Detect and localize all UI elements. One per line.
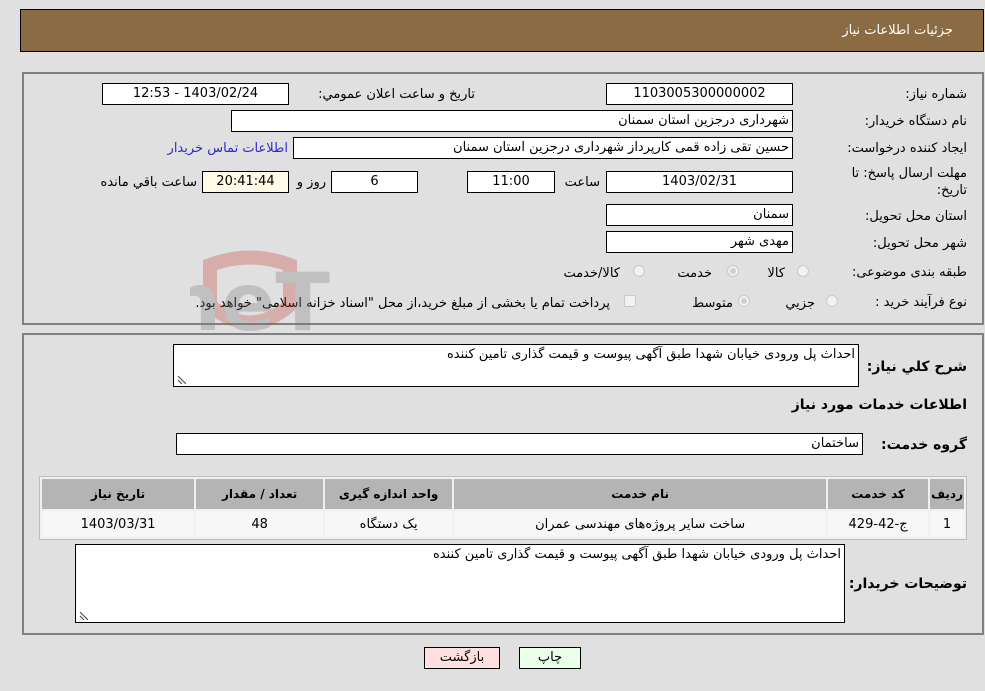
delivery-province-field: سمنان [606, 204, 793, 226]
table-row: 1 ج-42-429 ساخت سایر پروژه‌های مهندسی عم… [42, 511, 964, 537]
col-header-row-number: رديف [930, 479, 964, 509]
category-option-goods: کالا [767, 266, 785, 281]
print-button[interactable]: چاپ [519, 647, 581, 669]
cell-unit: یک دستگاه [325, 511, 453, 537]
purchase-option-minor: جزيي [785, 296, 815, 311]
buyer-notes-textarea[interactable]: احداث پل ورودی خیابان شهدا طبق آگهی پیوس… [75, 544, 845, 623]
buyer-contact-link[interactable]: اطلاعات تماس خريدار [168, 141, 288, 156]
category-option-goods-service: کالا/خدمت [563, 266, 620, 281]
remaining-time-label: ساعت باقي مانده [100, 175, 197, 190]
deadline-time-label: ساعت [564, 175, 600, 190]
col-header-need-date: تاريخ نياز [42, 479, 195, 509]
category-radio-goods-service[interactable] [633, 265, 645, 277]
delivery-city-label: شهر محل تحويل: [872, 236, 967, 251]
resize-grip-icon[interactable] [78, 610, 88, 620]
category-radio-goods[interactable] [797, 265, 809, 277]
deadline-label: مهلت ارسال پاسخ: تا تاريخ: [851, 166, 967, 198]
category-label: طبقه بندی موضوعی: [851, 265, 967, 280]
summary-label: شرح كلي نياز: [866, 359, 967, 375]
col-header-service-code: كد خدمت [828, 479, 929, 509]
delivery-province-label: استان محل تحويل: [865, 209, 967, 224]
buyer-notes-label: توضيحات خريدار: [848, 576, 967, 592]
cell-row-number: 1 [930, 511, 964, 537]
treasury-checkbox-label: پرداخت تمام يا بخشی از مبلغ خريد،از محل … [195, 296, 610, 311]
purchase-option-medium: متوسط [692, 296, 733, 311]
service-group-label: گروه خدمت: [881, 437, 967, 453]
buyer-org-field: شهرداری درجزین استان سمنان [231, 110, 793, 132]
requester-field: حسین تقی زاده قمی کارپرداز شهرداری درجزی… [293, 137, 793, 159]
buyer-org-label: نام دستگاه خريدار: [864, 114, 967, 129]
purchase-radio-medium[interactable] [738, 295, 750, 307]
table-header-row: رديف كد خدمت نام خدمت واحد اندازه گيری ت… [42, 479, 964, 509]
col-header-service-name: نام خدمت [454, 479, 827, 509]
remaining-time-field: 20:41:44 [202, 171, 289, 193]
deadline-date-field: 1403/02/31 [606, 171, 793, 193]
summary-textarea[interactable]: احداث پل ورودی خیابان شهدا طبق آگهی پیوس… [173, 344, 859, 387]
remaining-days-field: 6 [331, 171, 418, 193]
back-button[interactable]: بازگشت [424, 647, 500, 669]
announce-datetime-label: تاريخ و ساعت اعلان عمومي: [318, 87, 475, 102]
days-label: روز و [296, 175, 326, 190]
announce-datetime-field: 1403/02/24 - 12:53 [102, 83, 289, 105]
category-option-service: خدمت [677, 266, 712, 281]
cell-need-date: 1403/03/31 [42, 511, 195, 537]
delivery-city-field: مهدی شهر [606, 231, 793, 253]
buyer-notes-text: احداث پل ورودی خیابان شهدا طبق آگهی پیوس… [433, 547, 841, 562]
purchase-radio-minor[interactable] [826, 295, 838, 307]
purchase-type-label: نوع فرآيند خريد : [875, 295, 967, 310]
service-group-field: ساختمان [176, 433, 863, 455]
cell-quantity: 48 [196, 511, 324, 537]
services-table: رديف كد خدمت نام خدمت واحد اندازه گيری ت… [39, 476, 967, 540]
cell-service-name: ساخت سایر پروژه‌های مهندسی عمران [454, 511, 827, 537]
col-header-unit: واحد اندازه گيری [325, 479, 453, 509]
page-title: جزئيات اطلاعات نياز [842, 23, 953, 38]
cell-service-code: ج-42-429 [828, 511, 929, 537]
need-number-field: 1103005300000002 [606, 83, 793, 105]
col-header-quantity: تعداد / مقدار [196, 479, 324, 509]
requester-label: ايجاد كننده درخواست: [847, 141, 967, 156]
summary-text: احداث پل ورودی خیابان شهدا طبق آگهی پیوس… [447, 347, 855, 362]
need-number-label: شماره نياز: [905, 87, 967, 102]
treasury-checkbox[interactable] [624, 295, 636, 307]
category-radio-service[interactable] [727, 265, 739, 277]
page-header: جزئيات اطلاعات نياز [20, 9, 984, 52]
deadline-time-field: 11:00 [467, 171, 555, 193]
services-heading: اطلاعات خدمات مورد نياز [791, 397, 967, 413]
resize-grip-icon[interactable] [176, 374, 186, 384]
